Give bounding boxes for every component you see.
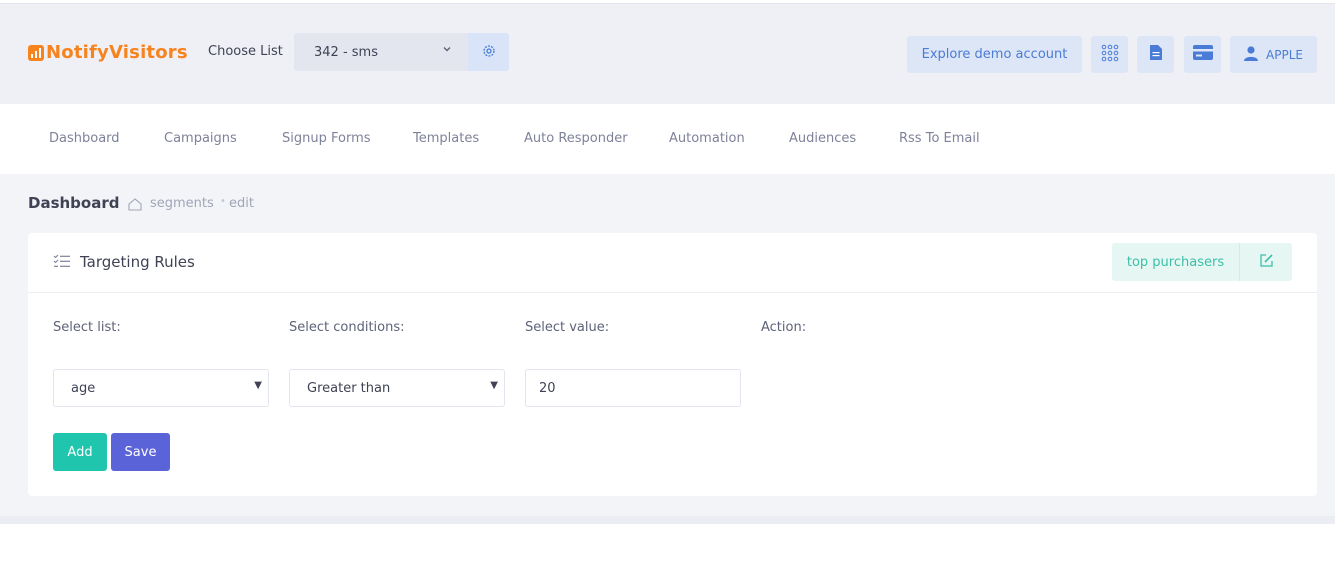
logo-bars-icon: [28, 44, 44, 61]
value-input[interactable]: 20: [525, 369, 741, 407]
select-list-label: Select list:: [53, 320, 121, 335]
logo-text: NotifyVisitors: [46, 42, 188, 63]
breadcrumb-separator: •: [220, 196, 226, 207]
breadcrumb-segments[interactable]: segments: [150, 196, 214, 211]
page-title: Dashboard: [28, 194, 120, 212]
billing-button[interactable]: [1184, 36, 1221, 73]
list-dropdown[interactable]: 342 - sms: [294, 33, 468, 71]
save-button[interactable]: Save: [111, 433, 170, 471]
checklist-icon: [53, 253, 71, 273]
nav-item-signup-forms[interactable]: Signup Forms: [282, 131, 371, 146]
home-icon[interactable]: [128, 196, 142, 215]
nav-item-dashboard[interactable]: Dashboard: [49, 131, 120, 146]
add-button[interactable]: Add: [53, 433, 107, 471]
condition-value: Greater than: [307, 380, 391, 396]
top-header: NotifyVisitors Choose List 342 - sms Exp…: [0, 4, 1335, 104]
document-button[interactable]: [1137, 36, 1174, 73]
gear-icon: [482, 43, 496, 62]
breadcrumb-edit: edit: [229, 196, 254, 211]
caret-down-icon: ▼: [490, 380, 498, 391]
logo[interactable]: NotifyVisitors: [28, 42, 188, 63]
apps-grid-icon: [1101, 44, 1119, 66]
content-area: Dashboard segments • edit Targeting Rule…: [0, 174, 1335, 516]
explore-demo-button[interactable]: Explore demo account: [907, 36, 1082, 73]
condition-select[interactable]: Greater than ▼: [289, 369, 505, 407]
value-input-text: 20: [539, 380, 556, 396]
nav-item-auto-responder[interactable]: Auto Responder: [524, 131, 628, 146]
document-icon: [1149, 44, 1163, 65]
nav-item-campaigns[interactable]: Campaigns: [164, 131, 237, 146]
user-menu-button[interactable]: APPLE: [1230, 36, 1317, 73]
nav-item-rss-to-email[interactable]: Rss To Email: [899, 131, 980, 146]
segment-name-badge[interactable]: top purchasers: [1112, 243, 1239, 281]
user-name: APPLE: [1266, 47, 1303, 62]
select-conditions-label: Select conditions:: [289, 320, 405, 335]
nav-item-automation[interactable]: Automation: [669, 131, 745, 146]
list-settings-button[interactable]: [468, 33, 509, 71]
card-title: Targeting Rules: [80, 253, 195, 271]
footer-strip: [0, 516, 1335, 524]
choose-list-label: Choose List: [208, 44, 283, 59]
apps-grid-button[interactable]: [1091, 36, 1128, 73]
nav-item-templates[interactable]: Templates: [413, 131, 479, 146]
user-icon: [1244, 45, 1259, 64]
main-nav: Dashboard Campaigns Signup Forms Templat…: [0, 104, 1335, 174]
card-header: Targeting Rules top purchasers: [28, 233, 1317, 293]
list-field-value: age: [71, 380, 96, 396]
nav-item-audiences[interactable]: Audiences: [789, 131, 856, 146]
list-dropdown-value: 342 - sms: [314, 44, 378, 60]
edit-icon: [1259, 253, 1274, 272]
chevron-down-icon: [442, 44, 452, 57]
targeting-rules-card: Targeting Rules top purchasers Select li…: [28, 233, 1317, 496]
list-field-select[interactable]: age ▼: [53, 369, 269, 407]
edit-segment-button[interactable]: [1239, 243, 1292, 281]
credit-card-icon: [1192, 45, 1213, 64]
select-value-label: Select value:: [525, 320, 610, 335]
action-label: Action:: [761, 320, 807, 335]
caret-down-icon: ▼: [254, 380, 262, 391]
